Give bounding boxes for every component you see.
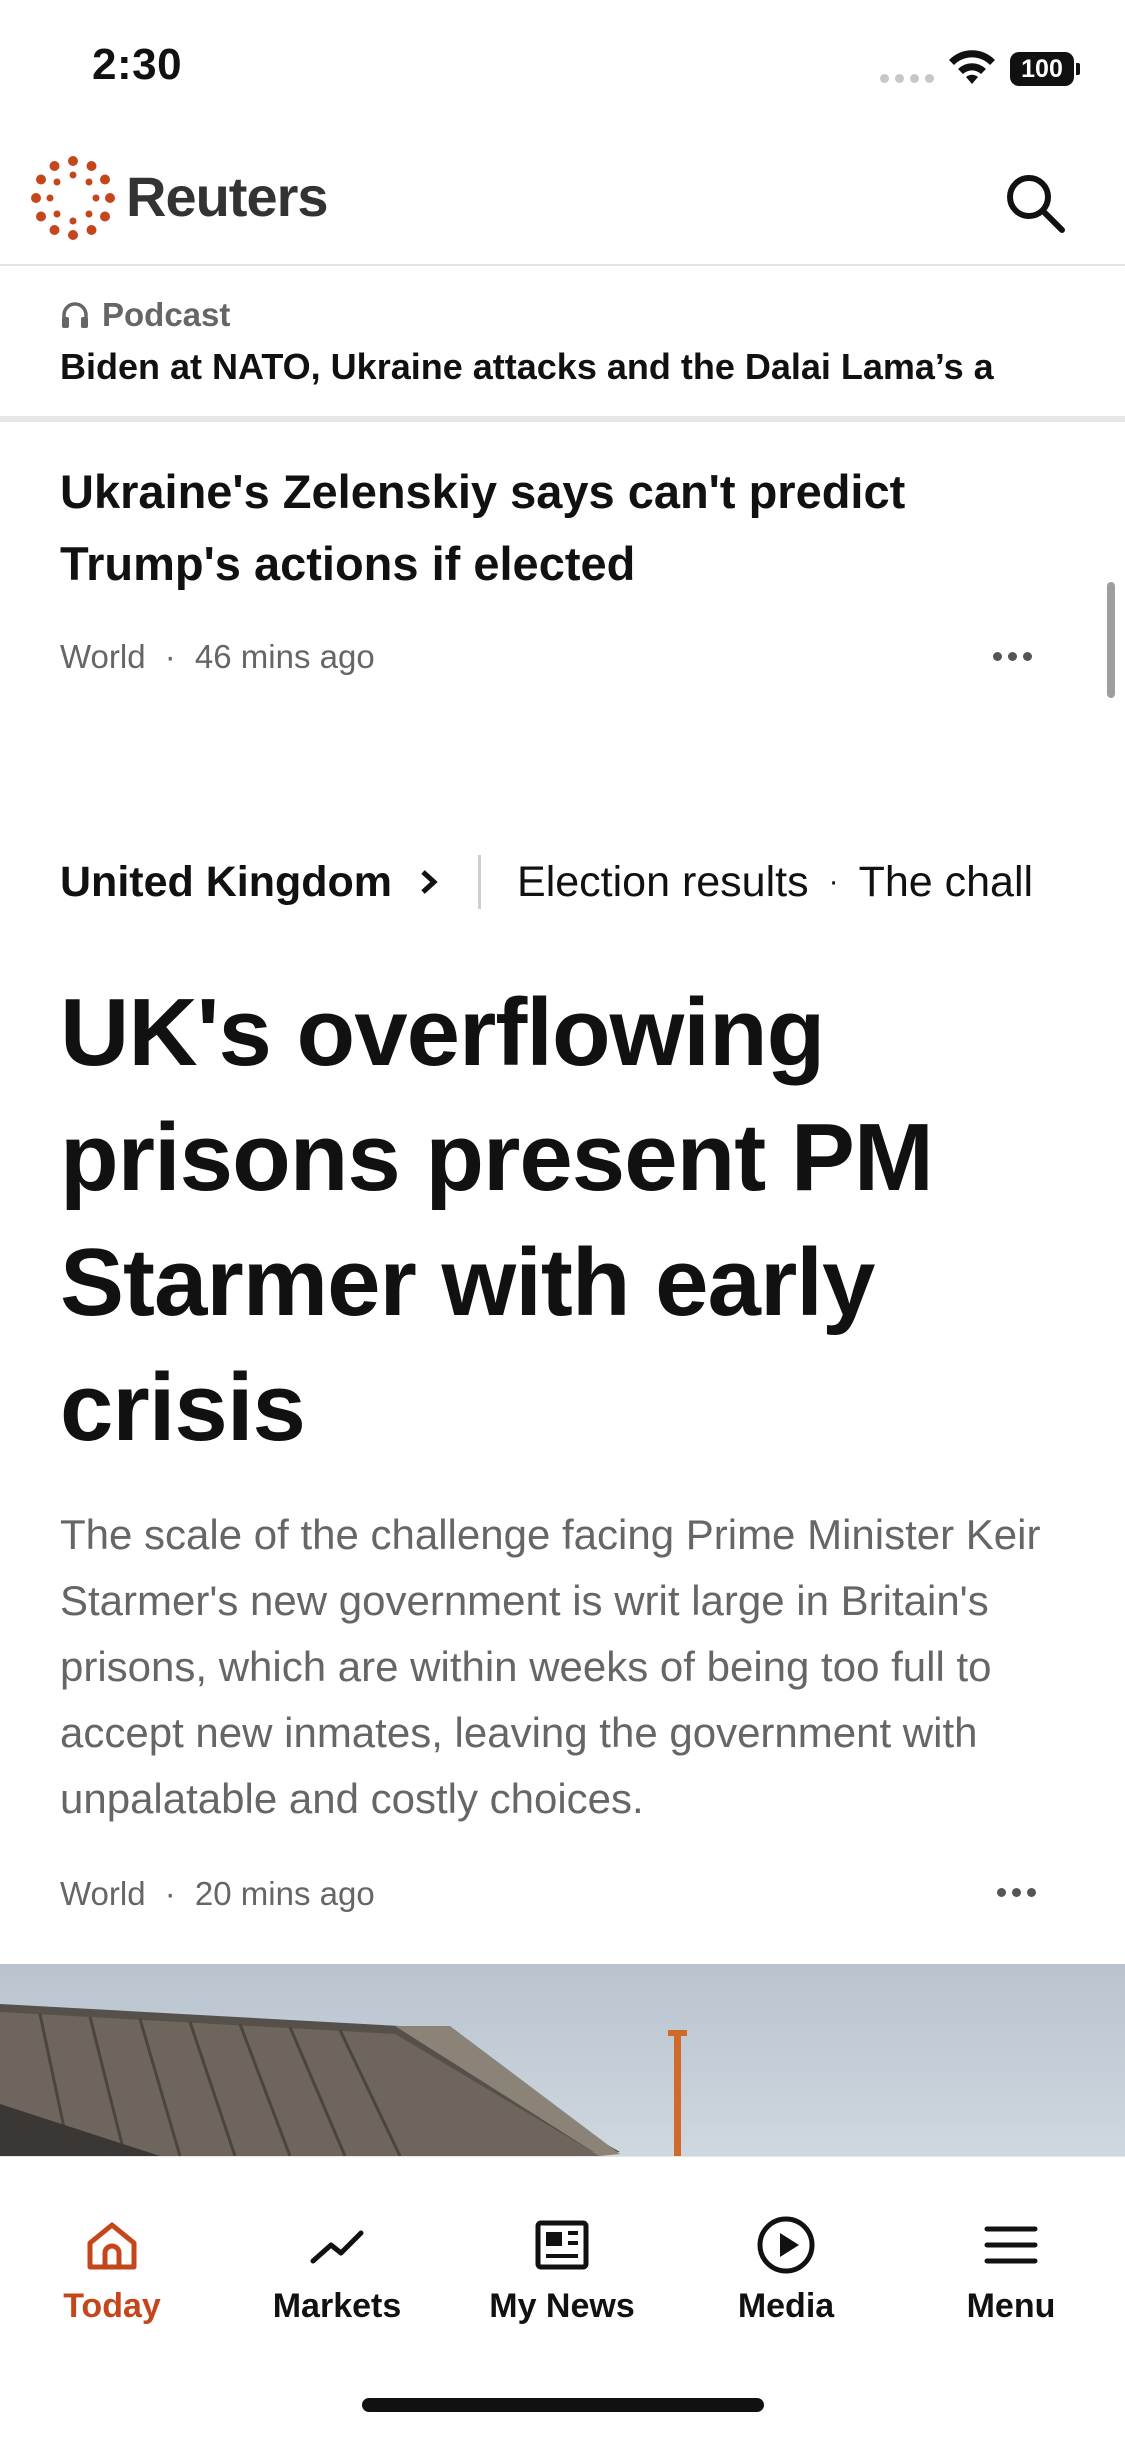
tab-menu[interactable]: Menu xyxy=(921,2213,1101,2326)
chevron-right-icon[interactable] xyxy=(418,862,442,902)
tab-label: Menu xyxy=(966,2287,1056,2325)
tab-today[interactable]: Today xyxy=(22,2213,202,2326)
tab-my-news[interactable]: My News xyxy=(472,2213,652,2326)
tab-media[interactable]: Media xyxy=(696,2213,876,2326)
article-summary: The scale of the challenge facing Prime … xyxy=(60,1511,1041,1822)
hamburger-icon xyxy=(984,2226,1038,2264)
meta-separator: · xyxy=(164,1875,176,1912)
search-icon[interactable] xyxy=(1000,168,1070,238)
article-meta: World · 46 mins ago xyxy=(60,638,375,676)
podcast-title-link[interactable]: Biden at NATO, Ukraine attacks and the D… xyxy=(60,346,1065,388)
battery-indicator: 100 xyxy=(1010,52,1080,86)
wifi-icon xyxy=(949,50,995,84)
brand-name: Reuters xyxy=(126,165,329,228)
article-timestamp: 20 mins ago xyxy=(194,1875,375,1912)
home-indicator[interactable] xyxy=(362,2398,764,2412)
tab-markets[interactable]: Markets xyxy=(247,2213,427,2326)
topic-divider xyxy=(478,855,482,909)
home-icon xyxy=(87,2222,137,2270)
article-timestamp: 46 mins ago xyxy=(194,638,375,675)
topic-link-united-kingdom[interactable]: United Kingdom xyxy=(60,858,392,907)
article-image[interactable] xyxy=(0,1964,1125,2156)
more-options-icon[interactable] xyxy=(986,1877,1046,1907)
topic-link[interactable]: The chall xyxy=(859,858,1033,907)
podcast-label: Podcast xyxy=(102,296,231,333)
topic-bar: United Kingdom Election results · The ch… xyxy=(60,852,1065,912)
section-divider xyxy=(0,416,1125,422)
tab-label: Media xyxy=(737,2287,835,2325)
cellular-signal-icon xyxy=(880,74,934,83)
tab-label: Today xyxy=(63,2287,161,2325)
trend-line-icon xyxy=(310,2230,364,2264)
header-divider xyxy=(0,264,1125,266)
news-icon xyxy=(535,2220,589,2270)
status-time: 2:30 xyxy=(92,40,183,89)
topic-link[interactable]: Election results xyxy=(517,858,809,907)
bottom-tab-bar: Today Markets My News Media Menu xyxy=(0,2156,1125,2437)
article-section[interactable]: World xyxy=(60,638,146,675)
article-meta: World · 20 mins ago xyxy=(60,1875,375,1913)
article-section[interactable]: World xyxy=(60,1875,146,1912)
meta-separator: · xyxy=(164,638,176,675)
headphones-icon xyxy=(62,302,88,328)
tab-label: Markets xyxy=(272,2287,402,2325)
battery-level: 100 xyxy=(1010,52,1074,86)
reuters-logo-icon xyxy=(31,156,115,240)
article-headline-link[interactable]: Ukraine's Zelenskiy says can't predict T… xyxy=(60,456,1020,600)
more-options-icon[interactable] xyxy=(982,641,1042,671)
play-circle-icon xyxy=(757,2216,815,2274)
tab-label: My News xyxy=(489,2287,635,2325)
topic-separator: · xyxy=(828,865,839,898)
podcast-header[interactable]: Podcast xyxy=(60,296,230,334)
main-headline-link[interactable]: UK's overflowing prisons present PM Star… xyxy=(60,970,1060,1470)
scrollbar[interactable] xyxy=(1107,582,1115,698)
